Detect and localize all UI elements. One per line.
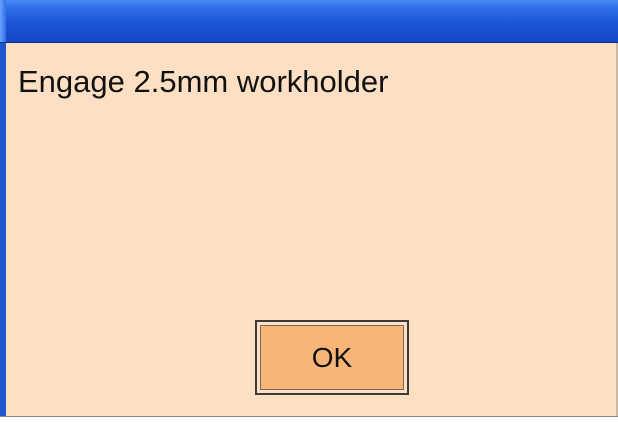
title-bar[interactable]: [0, 0, 618, 43]
dialog-message: Engage 2.5mm workholder: [18, 64, 389, 99]
dialog-window: Engage 2.5mm workholder OK: [0, 0, 618, 424]
ok-button[interactable]: OK: [255, 320, 409, 395]
